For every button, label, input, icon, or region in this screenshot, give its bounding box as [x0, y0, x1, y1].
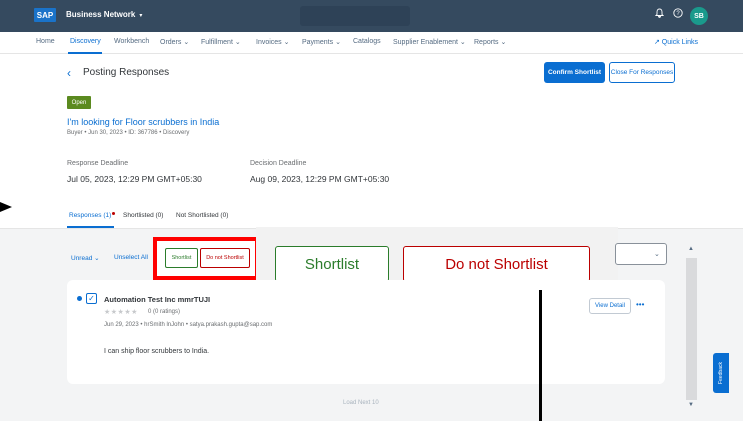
chevron-down-icon: ▾: [139, 13, 143, 19]
response-checkbox[interactable]: ✓: [86, 293, 97, 304]
response-message: I can ship floor scrubbers to India.: [104, 348, 210, 355]
scroll-down-icon[interactable]: ▼: [688, 402, 694, 408]
tab-responses-label: Responses (1): [69, 212, 112, 219]
close-for-responses-button[interactable]: Close For Responses: [609, 62, 675, 83]
bell-icon[interactable]: [654, 8, 665, 21]
nav-item-payments[interactable]: Payments ⌄: [302, 38, 341, 46]
global-search-field[interactable]: [300, 6, 410, 26]
sap-logo[interactable]: SAP: [34, 8, 56, 22]
nav-item-catalogs[interactable]: Catalogs: [353, 38, 381, 45]
main-nav: Home Discovery Workbench Orders ⌄ Fulfil…: [0, 32, 743, 54]
unselect-all-link[interactable]: Unselect All: [114, 254, 148, 261]
help-icon[interactable]: ?: [673, 8, 683, 21]
tab-responses[interactable]: Responses (1): [69, 212, 116, 219]
shell-header: SAP Business Network ▾ ? SB: [0, 0, 743, 32]
tab-shortlisted[interactable]: Shortlisted (0): [123, 212, 163, 219]
annotation-line: [539, 290, 542, 421]
response-meta: Jun 29, 2023 • hrSmith lnJohn • satya.pr…: [104, 322, 273, 328]
do-not-shortlist-button[interactable]: Do not Shortlist: [200, 248, 250, 268]
rating-count: 0 (0 ratings): [148, 309, 181, 315]
load-next-button[interactable]: Load Next 10: [343, 400, 379, 406]
response-deadline-label: Response Deadline: [67, 160, 129, 167]
quick-links-link[interactable]: ↗ Quick Links: [654, 38, 698, 46]
nav-item-workbench[interactable]: Workbench: [114, 38, 149, 45]
scroll-up-icon[interactable]: ▲: [688, 246, 694, 252]
help-glyph: ?: [676, 11, 680, 17]
confirm-shortlist-button[interactable]: Confirm Shortlist: [544, 62, 605, 83]
rfq-meta: Buyer • Jun 30, 2023 • ID: 367786 • Disc…: [67, 130, 190, 136]
shortlist-button-zoomed: Shortlist: [275, 246, 389, 282]
unread-dot-icon: [77, 296, 82, 301]
nav-item-invoices[interactable]: Invoices ⌄: [256, 38, 290, 46]
nav-item-fulfillment[interactable]: Fulfillment ⌄: [201, 38, 241, 46]
view-detail-button[interactable]: View Detail: [589, 298, 631, 314]
unread-filter-dropdown[interactable]: Unread ⌄: [71, 254, 100, 262]
product-switcher[interactable]: Business Network ▾: [66, 10, 142, 19]
response-deadline-value: Jul 05, 2023, 12:29 PM GMT+05:30: [67, 174, 202, 184]
avatar[interactable]: SB: [690, 7, 708, 25]
nav-item-supplier-enablement[interactable]: Supplier Enablement ⌄: [393, 38, 466, 46]
nav-active-indicator: [68, 52, 102, 54]
page-title: Posting Responses: [83, 67, 170, 78]
status-badge: Open: [67, 96, 91, 109]
product-name: Business Network: [66, 10, 136, 19]
chevron-down-icon: ⌄: [654, 251, 660, 258]
supplier-name[interactable]: Automation Test Inc mmrTUJI: [104, 295, 210, 304]
decision-deadline-value: Aug 09, 2023, 12:29 PM GMT+05:30: [250, 174, 390, 184]
nav-item-reports[interactable]: Reports ⌄: [474, 38, 506, 46]
shortlist-button[interactable]: Shortlist: [165, 248, 198, 268]
scrollbar[interactable]: [686, 258, 697, 400]
back-icon[interactable]: ‹: [67, 66, 71, 80]
nav-item-home[interactable]: Home: [36, 38, 55, 45]
rfq-title-link[interactable]: I'm looking for Floor scrubbers in India: [67, 117, 219, 127]
tab-not-shortlisted[interactable]: Not Shortlisted (0): [176, 212, 228, 219]
nav-item-orders[interactable]: Orders ⌄: [160, 38, 189, 46]
more-options-icon[interactable]: •••: [636, 300, 644, 309]
feedback-label: Feedback: [718, 362, 724, 384]
unread-indicator-icon: [112, 212, 116, 215]
do-not-shortlist-button-zoomed: Do not Shortlist: [403, 246, 590, 282]
feedback-tab[interactable]: Feedback: [713, 353, 729, 393]
pointer-arrow-icon: [0, 202, 12, 212]
rating-stars-icon: ★★★★★: [104, 309, 138, 316]
nav-item-discovery[interactable]: Discovery: [70, 38, 101, 45]
decision-deadline-label: Decision Deadline: [250, 160, 307, 167]
